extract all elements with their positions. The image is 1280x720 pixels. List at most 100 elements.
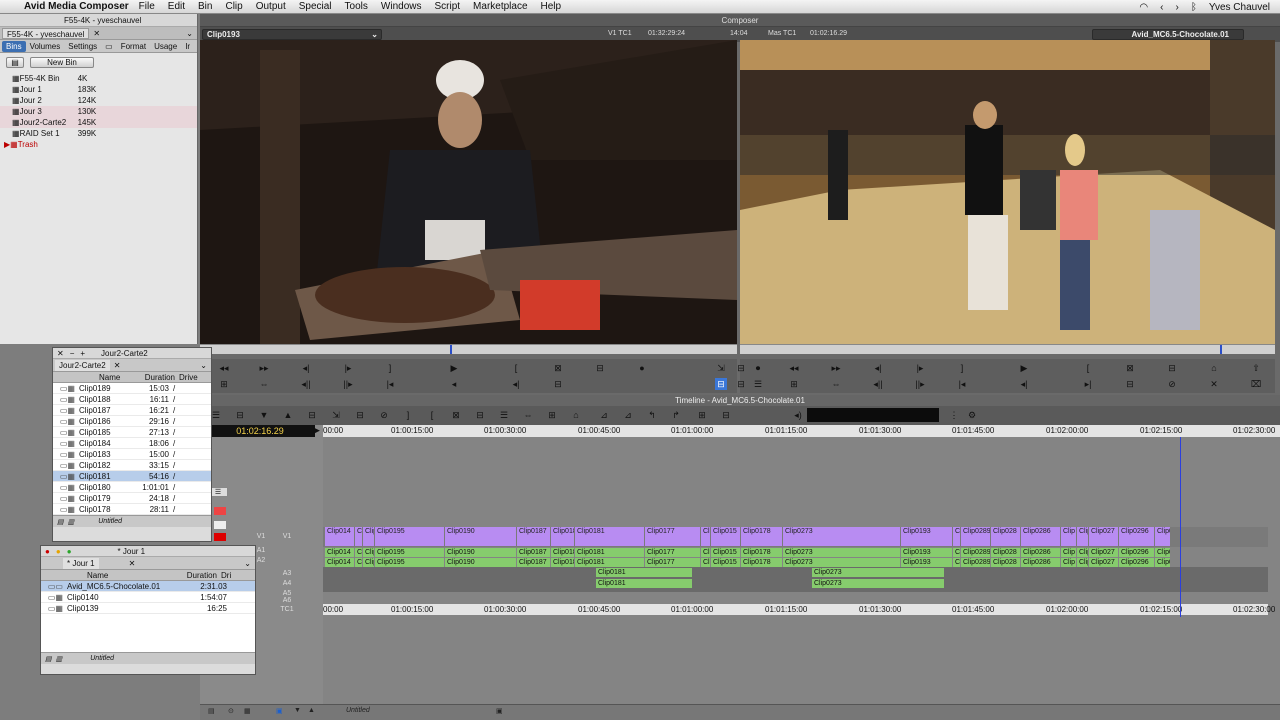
trim-icon[interactable]: ⊞ [218,378,230,390]
v1-clip[interactable]: Clip014 [325,527,354,546]
v1-clip[interactable]: Clip0193 [901,527,952,546]
v1-clip[interactable]: Clip0296 [1119,527,1154,546]
v1-clip[interactable]: Clip028 [991,527,1020,546]
source-monitor[interactable] [200,40,737,344]
column-name[interactable]: Name [87,571,167,580]
menu-tools[interactable]: Tools [345,1,368,12]
wifi-icon[interactable]: ◠ [1139,2,1148,13]
menu-file[interactable]: File [139,1,155,12]
v1-clip[interactable]: Clip0289 [961,527,990,546]
audio-clip[interactable]: Clip014 [325,548,354,557]
audio-clip[interactable]: Clip0296 [1119,548,1154,557]
bin-item[interactable]: ▦ Jour2-Carte2 145K [0,117,197,128]
v1-clip[interactable]: Clip027 [1089,527,1118,546]
bin-item[interactable]: ▭▦ Clip0187 16:21/ [53,405,211,416]
track-label-a6[interactable]: A6 [276,597,298,604]
close-icon[interactable]: ✕ [57,349,64,358]
timeline-view-name[interactable]: Untitled [346,707,370,714]
record-icon[interactable]: ● [636,362,648,374]
add-edit-icon[interactable]: ⊞ [546,409,558,421]
audio-clip[interactable]: Clip028 [991,558,1020,567]
bin-item[interactable]: ▦ Jour 2 124K [0,95,197,106]
v1-clip[interactable]: Clip0 [953,527,960,546]
mark-in-icon[interactable]: [ [510,362,522,374]
v1-clip[interactable]: Clip0273 [783,527,900,546]
audio-clip[interactable]: Clip014 [325,558,354,567]
lift-icon[interactable]: ◂| [510,378,522,390]
sync-icon[interactable]: ⇔ [522,409,534,421]
timeline-timecode[interactable]: 01:02:16.29 [205,425,315,437]
bin-item[interactable]: ▭▦ Clip0188 16:11/ [53,394,211,405]
audio-clip[interactable]: Clip0286 [1021,548,1060,557]
bin-item[interactable]: ▭▦ Clip0180 1:01:01/ [53,482,211,493]
slip-right-icon[interactable]: ↱ [670,409,682,421]
trash-item[interactable]: ▶ ▦ Trash [0,139,197,150]
up-arrow-icon[interactable]: ▲ [282,409,294,421]
trash-icon[interactable]: ⌧ [1250,378,1262,390]
splice-in-icon[interactable]: ⊟ [735,362,747,374]
record-position-bar[interactable] [740,344,1275,354]
track-label-v1-source[interactable]: V1 [250,533,272,540]
zoom-icon[interactable]: ▣ [496,707,503,715]
up-arrow-icon[interactable]: ▲ [308,707,315,714]
menu-clip[interactable]: Clip [225,1,242,12]
segment-yellow-icon[interactable]: ⊿ [598,409,610,421]
record-track-icon[interactable] [214,533,226,541]
audio-clip[interactable]: Clip0178 [741,548,782,557]
bin-item-sequence[interactable]: ▭▭ Avid_MC6.5-Chocolate.01 2:31.03 [41,581,255,592]
track-patch-icon[interactable] [214,521,226,529]
record-sequence-menu[interactable]: Avid_MC6.5-Chocolate.01 [1092,29,1244,40]
v1-clip[interactable]: Clip [1077,527,1088,546]
sync-icon[interactable]: ⇔ [258,378,270,390]
loop-icon[interactable]: ◂ [448,378,460,390]
audio-clip[interactable]: Clip0178 [741,558,782,567]
toolset-icon[interactable]: ⊟ [234,409,246,421]
close-icon[interactable]: ✕ [93,29,100,38]
audio-clip[interactable]: Clip0190 [445,548,516,557]
toggle-icon[interactable]: ⊟ [735,378,747,390]
cut-icon[interactable]: ✕ [1208,378,1220,390]
audio-clip[interactable]: Clip0182 [551,558,574,567]
tab-ir[interactable]: Ir [181,41,194,52]
audio-clip[interactable]: Clip0182 [551,548,574,557]
audio-clip[interactable]: Clip0193 [901,548,952,557]
a4-clip[interactable]: Clip0273 [812,579,944,588]
audio-clip[interactable]: Clip [1077,548,1088,557]
tab-format[interactable]: Format [117,41,150,52]
step-back-frame-icon[interactable]: ◂| [300,362,312,374]
bin-item[interactable]: ▭▦ Clip0182 33:15/ [53,460,211,471]
red-button-icon[interactable]: ⏺ [752,362,764,374]
audio-clip[interactable]: Clip015 [711,548,740,557]
audio-clip[interactable]: Clip0190 [445,558,516,567]
step-back-frame-icon[interactable]: ◂| [872,362,884,374]
lift-icon[interactable]: ▸| [1082,378,1094,390]
forward-icon[interactable]: › [1176,2,1179,13]
loop-icon[interactable]: ◂| [1018,378,1030,390]
track-label-v1[interactable]: V1 [276,533,298,540]
v1-clip[interactable]: Clip [1061,527,1076,546]
list-view-icon[interactable]: ▤ [57,518,64,526]
play-icon[interactable]: ▶ [448,362,460,374]
audio-clip[interactable]: Clip [363,558,374,567]
column-drive[interactable]: Dri [221,571,231,580]
mark-in-icon[interactable]: [ [1082,362,1094,374]
v1-clip[interactable]: Clip0181 [575,527,644,546]
record-monitor[interactable] [740,40,1275,344]
split-icon[interactable]: ⊞ [696,409,708,421]
mark-out-icon[interactable]: ] [402,409,414,421]
go-to-in-icon[interactable]: ◂|| [872,378,884,390]
audio-clip[interactable]: Clip0193 [901,558,952,567]
audio-clip[interactable]: Cl [355,558,362,567]
audio-clip[interactable]: Clip [1061,558,1076,567]
export-icon[interactable]: ⇧ [1250,362,1262,374]
bin-tab[interactable]: * Jour 1 [63,557,99,569]
bin-tab[interactable]: Jour2-Carte2 [55,359,110,371]
column-drive[interactable]: Drive [179,373,198,382]
extract-icon[interactable]: ⊟ [1124,378,1136,390]
segment-white-icon[interactable]: ⊿ [622,409,634,421]
audio-clip[interactable]: Clip0181 [575,558,644,567]
audio-clip[interactable]: Clip0289 [961,558,990,567]
filmstrip-icon[interactable]: ▦ [244,707,251,715]
play-icon[interactable]: ▶ [1018,362,1030,374]
column-name[interactable]: Name [79,373,135,382]
